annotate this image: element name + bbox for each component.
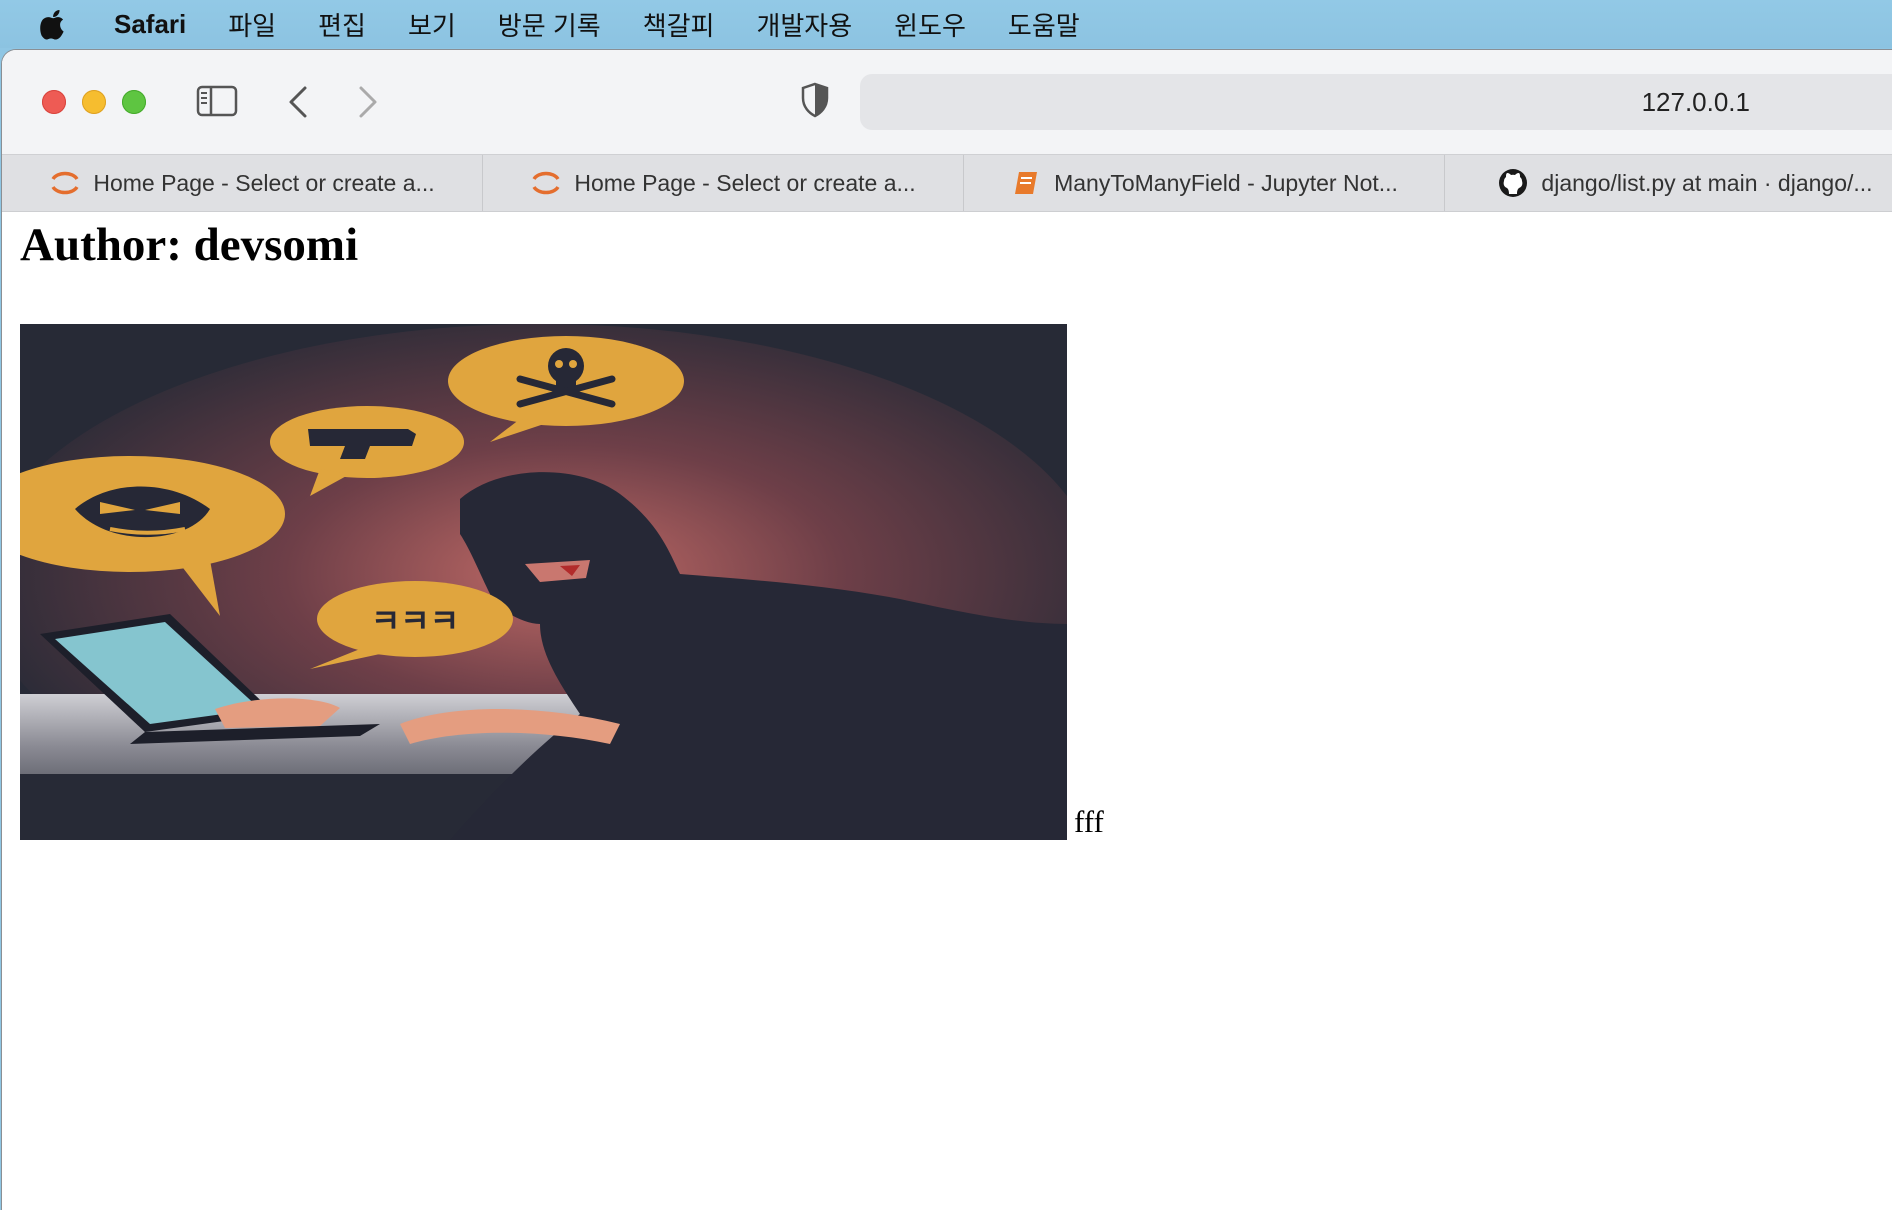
tab-title: Home Page - Select or create a... bbox=[574, 169, 916, 196]
menu-history[interactable]: 방문 기록 bbox=[498, 6, 601, 43]
tab-manytomanyfield[interactable]: ManyToManyField - Jupyter Not... bbox=[964, 155, 1445, 211]
menu-bookmarks[interactable]: 책갈피 bbox=[643, 6, 715, 43]
post-caption: fff bbox=[1074, 804, 1104, 839]
menu-window[interactable]: 윈도우 bbox=[894, 6, 966, 43]
tab-home-page-2[interactable]: Home Page - Select or create a... bbox=[483, 155, 964, 211]
github-icon bbox=[1497, 167, 1529, 199]
tab-title: ManyToManyField - Jupyter Not... bbox=[1054, 169, 1398, 196]
tab-title: django/list.py at main · django/... bbox=[1541, 169, 1873, 196]
minimize-window-button[interactable] bbox=[82, 90, 106, 114]
close-window-button[interactable] bbox=[42, 90, 66, 114]
back-arrow-icon[interactable] bbox=[284, 84, 312, 120]
post-image: ㅋㅋㅋ bbox=[20, 324, 1067, 840]
menu-safari[interactable]: Safari bbox=[114, 9, 186, 40]
page-title: Author: devsomi bbox=[20, 219, 359, 271]
forward-arrow-icon[interactable] bbox=[354, 84, 382, 120]
tab-django-list[interactable]: django/list.py at main · django/... bbox=[1445, 155, 1892, 211]
menu-help[interactable]: 도움말 bbox=[1008, 6, 1080, 43]
browser-window: 127.0.0.1 Home Page - Select or create a… bbox=[2, 50, 1892, 1210]
jupyter-icon bbox=[530, 167, 562, 199]
page-content: Author: devsomi ㅋㅋㅋ fff bbox=[2, 212, 1892, 1210]
browser-toolbar: 127.0.0.1 bbox=[2, 50, 1892, 154]
jupyter-icon bbox=[49, 167, 81, 199]
sidebar-toggle-icon[interactable] bbox=[196, 84, 238, 118]
address-bar[interactable]: 127.0.0.1 bbox=[860, 74, 1892, 130]
tab-bar: Home Page - Select or create a... Home P… bbox=[2, 154, 1892, 212]
apple-menu-icon[interactable] bbox=[40, 7, 70, 41]
tab-home-page-1[interactable]: Home Page - Select or create a... bbox=[2, 155, 483, 211]
notebook-icon bbox=[1010, 167, 1042, 199]
menu-bar: Safari 파일 편집 보기 방문 기록 책갈피 개발자용 윈도우 도움말 bbox=[0, 0, 1892, 48]
image-bubble-text: ㅋㅋㅋ bbox=[371, 602, 459, 640]
privacy-shield-icon[interactable] bbox=[798, 80, 832, 120]
menu-file[interactable]: 파일 bbox=[228, 6, 276, 43]
menu-develop[interactable]: 개발자용 bbox=[756, 6, 852, 43]
zoom-window-button[interactable] bbox=[122, 90, 146, 114]
menu-view[interactable]: 보기 bbox=[408, 6, 456, 43]
menu-edit[interactable]: 편집 bbox=[318, 6, 366, 43]
address-bar-url[interactable]: 127.0.0.1 bbox=[860, 74, 1750, 130]
tab-title: Home Page - Select or create a... bbox=[93, 169, 435, 196]
